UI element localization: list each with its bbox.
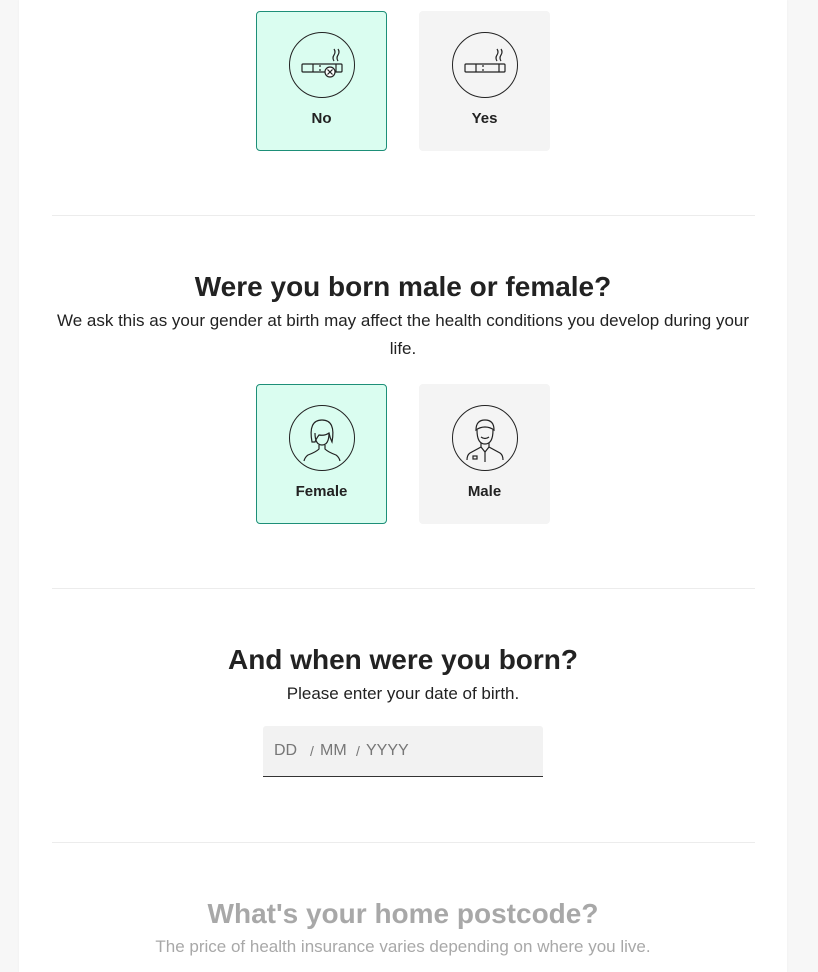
- form-card: No Yes Were you born male or female? We …: [19, 0, 787, 972]
- dob-separator: /: [310, 743, 314, 759]
- dob-year-field[interactable]: YYYY: [366, 741, 409, 761]
- female-avatar-icon: [289, 405, 355, 471]
- gender-option-female[interactable]: Female: [256, 384, 387, 524]
- dob-separator: /: [356, 743, 360, 759]
- no-smoking-icon: [289, 32, 355, 98]
- postcode-question: What's your home postcode? The price of …: [19, 897, 787, 961]
- dob-day-field[interactable]: DD: [274, 741, 297, 761]
- divider: [52, 588, 755, 589]
- date-of-birth-input[interactable]: DD / MM / YYYY: [263, 726, 543, 777]
- smoking-option-no-label: No: [311, 110, 332, 127]
- gender-question-subtitle: We ask this as your gender at birth may …: [56, 311, 750, 358]
- dob-question: And when were you born? Please enter you…: [19, 643, 787, 708]
- smoking-options: No Yes: [256, 11, 556, 151]
- male-avatar-icon: [452, 405, 518, 471]
- smoking-option-yes-label: Yes: [471, 110, 498, 127]
- gender-question-title: Were you born male or female?: [194, 271, 612, 302]
- postcode-question-title: What's your home postcode?: [207, 898, 599, 929]
- gender-options: Female Male: [256, 384, 556, 524]
- gender-option-female-label: Female: [295, 483, 348, 500]
- dob-question-subtitle: Please enter your date of birth.: [286, 684, 520, 703]
- divider: [52, 215, 755, 216]
- smoking-option-no[interactable]: No: [256, 11, 387, 151]
- dob-month-field[interactable]: MM: [320, 741, 347, 761]
- cigarette-icon: [452, 32, 518, 98]
- postcode-question-subtitle: The price of health insurance varies dep…: [155, 937, 651, 956]
- dob-question-title: And when were you born?: [227, 644, 578, 675]
- smoking-option-yes[interactable]: Yes: [419, 11, 550, 151]
- divider: [52, 842, 755, 843]
- gender-option-male-label: Male: [467, 483, 502, 500]
- gender-question: Were you born male or female? We ask thi…: [19, 270, 787, 363]
- gender-option-male[interactable]: Male: [419, 384, 550, 524]
